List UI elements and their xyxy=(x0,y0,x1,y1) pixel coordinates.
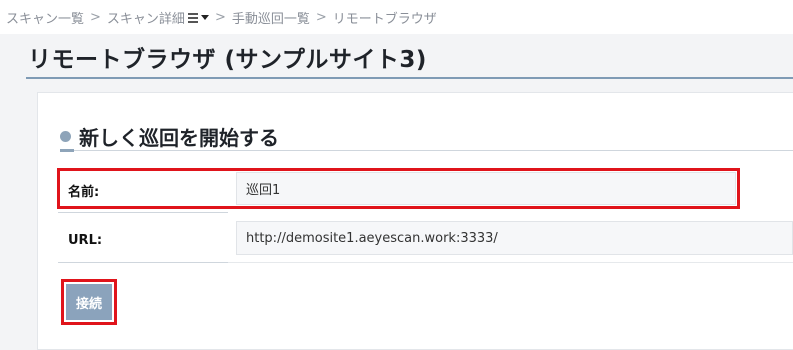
breadcrumb: スキャン一覧 > スキャン詳細 > 手動巡回一覧 > リモートブラウザ xyxy=(0,0,793,34)
url-label: URL: xyxy=(68,233,103,248)
breadcrumb-remote-browser: リモートブラウザ xyxy=(332,11,437,27)
row-divider xyxy=(58,262,228,263)
section-divider xyxy=(60,150,793,151)
name-row-highlight xyxy=(57,168,740,209)
section-divider-accent xyxy=(60,149,74,152)
breadcrumb-separator: > xyxy=(315,9,327,25)
section-title: 新しく巡回を開始する xyxy=(79,126,279,150)
breadcrumb-separator: > xyxy=(90,9,101,25)
scan-detail-dropdown-toggle[interactable] xyxy=(187,12,209,23)
breadcrumb-separator: > xyxy=(214,9,226,25)
connect-button-highlight xyxy=(61,279,117,325)
row-divider xyxy=(58,212,228,213)
page-title: リモートブラウザ (サンプルサイト3) xyxy=(28,47,427,73)
url-input[interactable] xyxy=(246,223,786,253)
row-divider xyxy=(228,262,793,263)
list-icon xyxy=(187,12,198,23)
caret-down-icon xyxy=(200,14,209,20)
bullet-icon xyxy=(60,131,71,142)
breadcrumb-manual-crawl-list[interactable]: 手動巡回一覧 xyxy=(232,8,310,27)
breadcrumb-scan-list[interactable]: スキャン一覧 xyxy=(6,8,84,27)
breadcrumb-scan-detail[interactable]: スキャン詳細 xyxy=(107,8,185,27)
section-header: 新しく巡回を開始する xyxy=(60,122,279,151)
title-divider xyxy=(26,77,793,79)
